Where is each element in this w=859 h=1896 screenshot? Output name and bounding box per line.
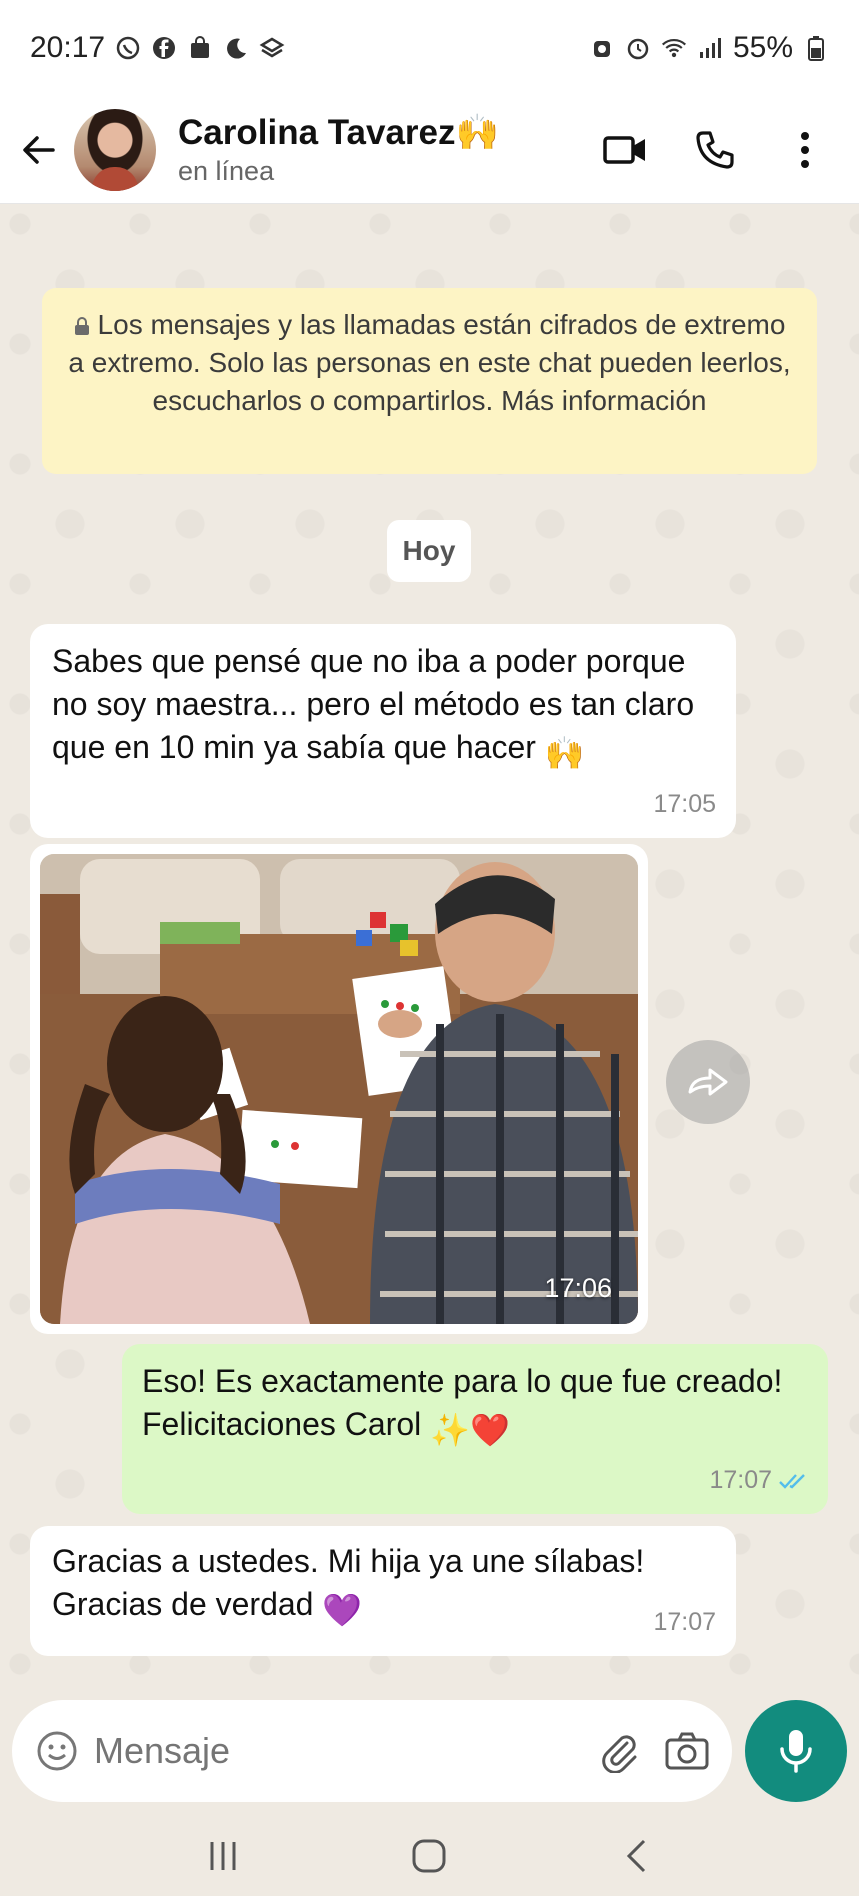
video-call-button[interactable]: [597, 122, 653, 178]
home-button[interactable]: [399, 1826, 459, 1886]
facebook-icon: [151, 35, 177, 61]
chat-area[interactable]: Los mensajes y las llamadas están cifrad…: [0, 204, 859, 1704]
back-nav-button[interactable]: [606, 1826, 666, 1886]
battery-percent: 55%: [732, 31, 793, 64]
shared-photo[interactable]: 17:06: [40, 854, 638, 1324]
date-chip: Hoy: [387, 520, 471, 582]
home-icon: [412, 1839, 446, 1873]
phone-icon: [696, 130, 734, 169]
camera-icon: [665, 1732, 709, 1770]
more-icon: [801, 131, 809, 168]
status-time: 20:17: [30, 31, 106, 64]
message-text: Sabes que pensé que no iba a poder porqu…: [52, 643, 703, 765]
arrow-left-icon: [23, 135, 55, 164]
phone-call-button[interactable]: [687, 122, 743, 178]
forward-icon: [688, 1068, 728, 1096]
avatar[interactable]: [74, 108, 156, 191]
recent-apps-button[interactable]: [193, 1826, 253, 1886]
message-bubble-incoming[interactable]: Sabes que pensé que no iba a poder porqu…: [30, 624, 736, 838]
contact-info[interactable]: Carolina Tavarez🙌 en línea: [178, 112, 499, 187]
photo-illustration: [40, 854, 638, 1324]
microphone-icon: [780, 1730, 812, 1773]
message-emoji: ✨❤️: [430, 1412, 510, 1448]
message-emoji: 🙌: [544, 735, 585, 771]
contact-name: Carolina Tavarez🙌: [178, 112, 499, 154]
paperclip-icon: [602, 1735, 637, 1773]
lock-icon: [74, 317, 89, 335]
image-message-bubble[interactable]: 17:06: [30, 844, 648, 1334]
attach-button[interactable]: [592, 1724, 646, 1778]
back-button[interactable]: [4, 115, 74, 185]
read-receipt-icon: [779, 1473, 805, 1489]
contact-status: en línea: [178, 156, 275, 186]
alarm-icon: [589, 35, 615, 61]
chat-header: Carolina Tavarez🙌 en línea: [0, 96, 859, 204]
name-emoji: 🙌: [455, 113, 500, 152]
message-bubble-outgoing[interactable]: Eso! Es exactamente para lo que fue crea…: [122, 1344, 828, 1514]
bag-icon: [187, 35, 213, 61]
message-input[interactable]: [94, 1730, 534, 1772]
message-time: 17:05: [653, 790, 716, 818]
emoji-icon: [37, 1731, 77, 1771]
forward-button[interactable]: [666, 1040, 750, 1124]
alarm-clock-icon: [625, 35, 651, 61]
battery-icon: [803, 35, 829, 61]
wifi-icon: [661, 35, 687, 61]
chevron-left-icon: [626, 1839, 645, 1873]
camera-button[interactable]: [660, 1724, 714, 1778]
emoji-button[interactable]: [30, 1724, 84, 1778]
whatsapp-icon: [115, 35, 141, 61]
message-emoji: 💜: [322, 1592, 363, 1628]
app-icon: [259, 35, 285, 61]
message-bubble-incoming[interactable]: Gracias a ustedes. Mi hija ya une sílaba…: [30, 1526, 736, 1656]
contact-name-text: Carolina Tavarez: [178, 113, 456, 152]
system-nav-bar: [0, 1816, 859, 1896]
video-call-icon: [603, 135, 645, 164]
recent-apps-icon: [210, 1842, 236, 1870]
message-time: 17:07: [653, 1608, 716, 1636]
encryption-notice[interactable]: Los mensajes y las llamadas están cifrad…: [42, 288, 817, 474]
status-bar: 20:17 55%: [0, 0, 859, 96]
message-time: 17:07: [709, 1466, 772, 1494]
more-options-button[interactable]: [777, 122, 833, 178]
moon-icon: [223, 35, 249, 61]
encryption-notice-text: Los mensajes y las llamadas están cifrad…: [68, 309, 791, 416]
signal-icon: [697, 35, 723, 61]
voice-record-button[interactable]: [745, 1700, 847, 1802]
message-composer: [12, 1700, 732, 1802]
message-time: 17:06: [544, 1273, 612, 1303]
